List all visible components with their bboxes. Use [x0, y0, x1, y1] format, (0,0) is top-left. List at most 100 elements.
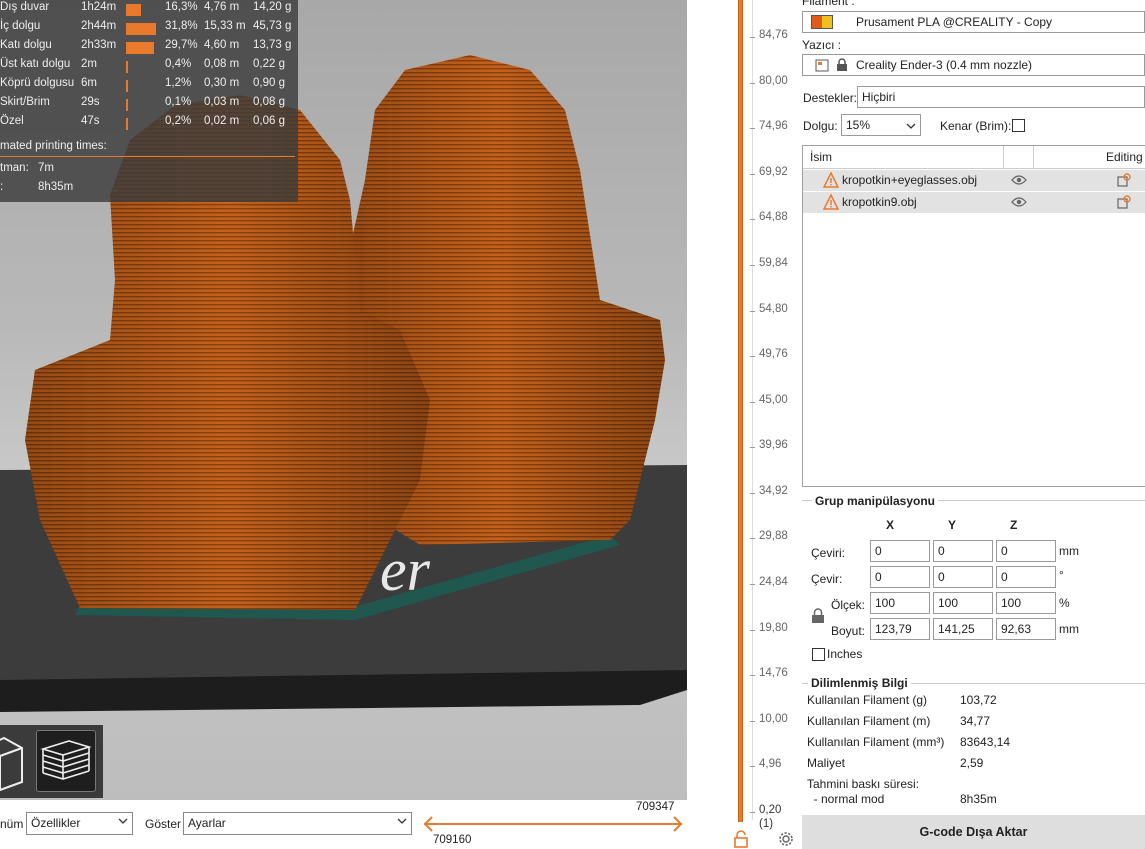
rotate-y-input[interactable]: 0	[933, 566, 993, 588]
supports-value: Hiçbiri	[862, 90, 896, 104]
legend-row: Skirt/Brim 29s 0,1% 0,03 m 0,08 g	[0, 96, 298, 115]
info-label: Tahmini baskı süresi:	[807, 777, 920, 791]
legend-row: Üst katı dolgu 2m 0,4% 0,08 m 0,22 g	[0, 58, 298, 77]
printer-value: Creality Ender-3 (0.4 mm nozzle)	[856, 58, 1033, 72]
printer-select[interactable]: Creality Ender-3 (0.4 mm nozzle)	[802, 54, 1145, 76]
info-label: Kullanılan Filament (g)	[807, 693, 928, 707]
feature-time: 2m	[81, 58, 97, 70]
info-value: 83643,14	[960, 735, 1011, 749]
feature-length: 0,03 m	[204, 96, 240, 108]
scale-label: Ölçek:	[831, 598, 866, 612]
3d-view-button[interactable]	[0, 730, 32, 792]
layer-height-label: 74,96	[759, 120, 788, 133]
view-type-select[interactable]: Özellikler	[26, 812, 133, 835]
feature-bar	[126, 118, 128, 130]
object-row[interactable]: kropotkin9.obj	[803, 192, 1145, 213]
estimated-time-row: : 8h35m	[0, 181, 73, 193]
feature-weight: 0,06 g	[253, 115, 285, 127]
feature-time: 6m	[81, 77, 97, 89]
sliced-info-row: Maliyet 2,59	[807, 756, 983, 770]
infill-label: Dolgu:	[803, 119, 838, 133]
filament-value: Prusament PLA @CREALITY - Copy	[856, 15, 1053, 29]
object-row[interactable]: kropotkin+eyeglasses.obj	[803, 170, 1145, 191]
layers-icon	[40, 740, 92, 780]
size-z-input[interactable]: 92,63	[996, 618, 1056, 640]
layer-height-label: 0,20	[759, 804, 782, 816]
slider-left-thumb[interactable]	[423, 816, 433, 832]
scale-unit: %	[1059, 596, 1070, 610]
legend-panel: Dış duvar 1h24m 16,3% 4,76 m 14,20 g İç dolgu…	[0, 0, 298, 202]
rotate-z-input[interactable]: 0	[996, 566, 1056, 588]
rotate-x-input[interactable]: 0	[870, 566, 930, 588]
eye-icon[interactable]	[1011, 174, 1027, 186]
feature-weight: 0,08 g	[253, 96, 285, 108]
3d-viewport[interactable]: er Dış duvar 1h24m 16,3% 4,76 m 14,20 g İç do…	[0, 0, 687, 800]
feature-name: Skirt/Brim	[0, 96, 50, 108]
gear-icon[interactable]	[778, 831, 794, 847]
filament-label: Filament :	[802, 0, 855, 8]
supports-select[interactable]: Hiçbiri	[857, 86, 1145, 108]
translate-z-input[interactable]: 0	[996, 540, 1056, 562]
layer-height-label: 4,96	[759, 758, 782, 771]
view-type-toolbar	[0, 725, 103, 798]
translate-y-input[interactable]: 0	[933, 540, 993, 562]
brim-checkbox[interactable]	[1012, 119, 1025, 132]
unlock-icon[interactable]	[733, 830, 749, 848]
legend-row: Özel 47s 0,2% 0,02 m 0,06 g	[0, 115, 298, 134]
legend-row: Dış duvar 1h24m 16,3% 4,76 m 14,20 g	[0, 1, 298, 20]
feature-weight: 0,90 g	[253, 77, 285, 89]
feature-length: 4,60 m	[204, 39, 240, 51]
feature-bar	[126, 42, 155, 54]
slider-min-value: 709160	[433, 834, 472, 846]
inches-label: Inches	[827, 647, 863, 661]
edit-settings-icon[interactable]	[1117, 173, 1131, 187]
layer-height-label: 84,76	[759, 29, 788, 41]
scale-y-input[interactable]: 100	[933, 592, 993, 614]
eye-icon[interactable]	[1011, 196, 1027, 208]
feature-name: Üst katı dolgu	[0, 58, 71, 70]
rotate-unit: °	[1059, 568, 1064, 582]
infill-select[interactable]: 15%	[841, 114, 921, 136]
lock-icon[interactable]	[811, 608, 825, 624]
info-value: 103,72	[960, 693, 997, 707]
feature-name: Köprü dolgusu	[0, 77, 75, 89]
layer-height-label: 49,76	[759, 348, 788, 361]
layer-height-label: 10,00	[759, 712, 788, 725]
info-label: Kullanılan Filament (m)	[807, 714, 931, 728]
size-y-input[interactable]: 141,25	[933, 618, 993, 640]
horizontal-move-slider[interactable]	[424, 823, 682, 825]
info-label: - normal mod	[807, 792, 885, 806]
info-value: 2,59	[960, 756, 984, 770]
estimated-time-value: 8h35m	[38, 181, 74, 193]
scale-z-input[interactable]: 100	[996, 592, 1056, 614]
size-x-input[interactable]: 123,79	[870, 618, 930, 640]
column-editing[interactable]: Editing	[1106, 150, 1143, 164]
feature-percent: 1,2%	[165, 77, 192, 89]
translate-x-input[interactable]: 0	[870, 540, 930, 562]
layer-height-label: 69,92	[759, 165, 788, 178]
column-name[interactable]: İsim	[810, 150, 832, 164]
layer-slider[interactable]	[738, 0, 743, 822]
preview-view-button[interactable]	[36, 730, 96, 792]
legend-row: Katı dolgu 2h33m 29,7% 4,60 m 13,73 g	[0, 39, 298, 58]
edit-settings-icon[interactable]	[1117, 195, 1131, 209]
feature-bar	[126, 80, 128, 92]
export-gcode-button[interactable]: G-code Dışa Aktar	[802, 815, 1145, 849]
inches-checkbox[interactable]	[812, 648, 825, 661]
slider-right-thumb[interactable]	[673, 816, 683, 832]
size-unit: mm	[1059, 622, 1079, 636]
show-value: Ayarlar	[188, 816, 226, 830]
warning-icon	[823, 172, 839, 188]
cube-icon	[0, 736, 23, 792]
filament-select[interactable]: Prusament PLA @CREALITY - Copy	[802, 11, 1145, 33]
feature-bar	[126, 4, 142, 16]
layer-ruler	[752, 0, 753, 820]
scale-x-input[interactable]: 100	[870, 592, 930, 614]
slider-max-value: 709347	[636, 801, 675, 813]
show-select[interactable]: Ayarlar	[183, 812, 412, 835]
feature-bar	[126, 61, 128, 73]
feature-weight: 14,20 g	[253, 1, 292, 13]
estimated-time-row: tman: 7m	[0, 162, 54, 174]
infill-value: 15%	[846, 118, 871, 132]
feature-length: 4,76 m	[204, 1, 240, 13]
